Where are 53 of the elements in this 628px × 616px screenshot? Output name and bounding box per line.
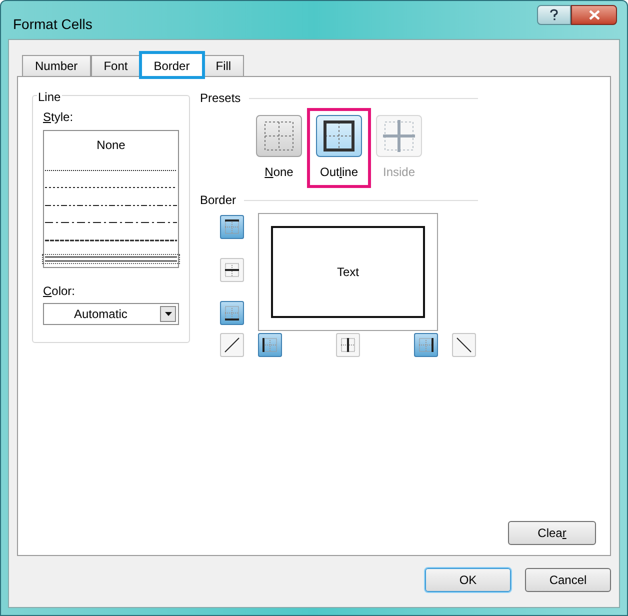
border-right-icon <box>416 335 436 355</box>
border-toggle-button[interactable] <box>452 333 476 357</box>
border-diagonal-down-icon <box>454 335 474 355</box>
tab[interactable]: Fill <box>202 55 244 76</box>
border-toggle-button[interactable] <box>258 333 282 357</box>
double-line-icon <box>45 256 177 262</box>
tab[interactable]: Number <box>22 55 91 76</box>
close-icon <box>588 10 600 20</box>
border-toggle-button[interactable] <box>336 333 360 357</box>
style-list[interactable]: None <box>43 130 179 268</box>
close-button[interactable] <box>571 5 617 25</box>
color-dropdown[interactable]: Automatic <box>43 303 179 325</box>
group-title: Presets <box>200 90 241 107</box>
border-bottom-icon <box>222 303 242 323</box>
preset-label: Outline <box>320 164 358 181</box>
border-diagonal-up-icon <box>222 335 242 355</box>
field-label: Style: <box>43 109 74 126</box>
tab[interactable]: Border <box>140 53 203 77</box>
button-label: Clear <box>538 526 566 540</box>
style-option[interactable] <box>43 202 179 208</box>
window-title: Format Cells <box>13 15 92 34</box>
border-left-icon <box>260 335 280 355</box>
border-toggle-button[interactable] <box>220 333 244 357</box>
style-option[interactable] <box>43 238 179 242</box>
border-top-icon <box>222 217 242 237</box>
dashed-line-icon <box>45 204 177 206</box>
style-option[interactable]: None <box>43 135 179 155</box>
dialog-button[interactable]: OK <box>425 568 511 592</box>
border-vertical-icon <box>338 335 358 355</box>
dialog-button[interactable]: Cancel <box>525 568 611 592</box>
tab[interactable]: Font <box>90 55 141 76</box>
preset-button[interactable] <box>316 115 362 157</box>
border-toggle-button[interactable] <box>220 215 244 239</box>
help-button[interactable] <box>537 5 571 25</box>
preset-label: Inside <box>382 164 416 181</box>
preset-label: None <box>264 164 294 181</box>
border-toggle-button[interactable] <box>220 258 244 282</box>
dashed-line-icon <box>45 221 177 224</box>
dashed-line-icon <box>45 186 177 189</box>
dashed-line-icon <box>45 238 177 242</box>
field-label: Color: <box>43 283 76 300</box>
style-option[interactable] <box>43 168 179 172</box>
style-option[interactable] <box>43 255 179 263</box>
border-toggle-button[interactable] <box>220 301 244 325</box>
clear-button[interactable]: Clear <box>508 521 596 545</box>
border-horizontal-icon <box>222 260 242 280</box>
group-title: Border <box>200 192 236 209</box>
style-option[interactable] <box>43 220 179 225</box>
border-toggle-button[interactable] <box>414 333 438 357</box>
question-mark-icon <box>550 9 558 21</box>
dashed-line-icon <box>45 168 177 172</box>
preview-text: Text <box>336 264 359 281</box>
dropdown-arrow-icon <box>164 312 172 316</box>
